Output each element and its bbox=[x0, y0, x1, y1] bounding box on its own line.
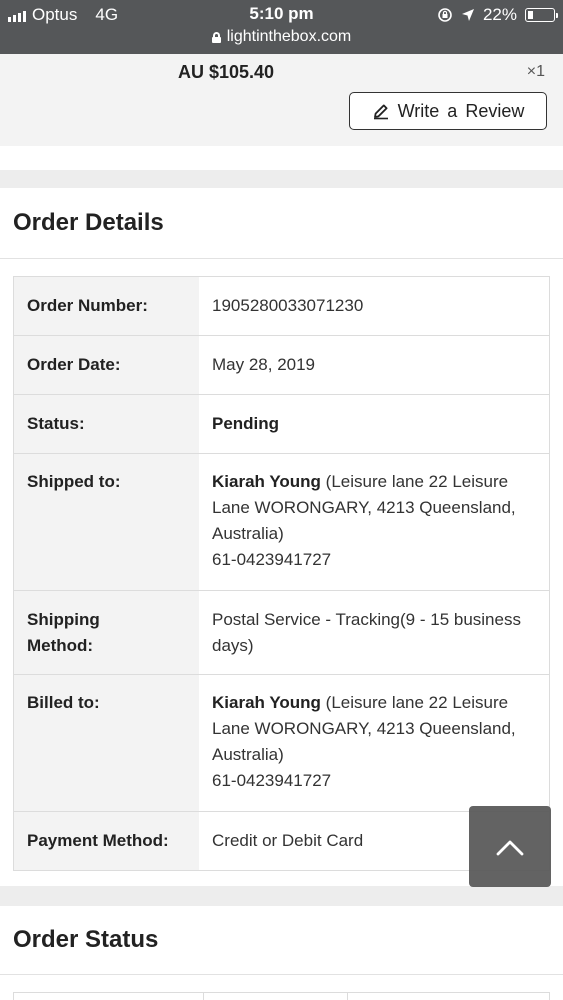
shipped-to-name: Kiarah Young bbox=[212, 472, 321, 491]
status-bar-right: 22% bbox=[437, 5, 558, 25]
chevron-up-icon bbox=[496, 840, 524, 855]
order-details-title: Order Details bbox=[13, 209, 164, 236]
table-row: Shipped to: Kiarah Young (Leisure lane 2… bbox=[14, 454, 549, 591]
status-label: Status: bbox=[14, 395, 200, 453]
table-row: Status: Pending bbox=[14, 395, 549, 454]
table-row: Billed to: Kiarah Young (Leisure lane 22… bbox=[14, 675, 549, 812]
battery-percent: 22% bbox=[482, 5, 517, 24]
order-number-value: 1905280033071230 bbox=[200, 277, 549, 335]
spacer-block bbox=[0, 146, 563, 170]
location-arrow-icon bbox=[461, 9, 474, 21]
order-status-section: Order Status bbox=[0, 906, 563, 1000]
shipping-method-value: Postal Service - Tracking(9 - 15 busines… bbox=[200, 591, 549, 674]
url-text: lightinthebox.com bbox=[226, 28, 352, 45]
battery-icon bbox=[525, 8, 558, 22]
shipped-to-value: Kiarah Young (Leisure lane 22 Leisure La… bbox=[200, 454, 549, 590]
section-divider bbox=[0, 974, 563, 975]
status-bar: Optus 4G 5:10 pm lightinthebox.com 22% bbox=[0, 0, 563, 54]
billed-to-value: Kiarah Young (Leisure lane 22 Leisure La… bbox=[200, 675, 549, 811]
table-row: Order Date: May 28, 2019 bbox=[14, 336, 549, 395]
write-review-button[interactable]: Write a Review bbox=[349, 92, 547, 130]
product-quantity: ×1 bbox=[526, 63, 545, 80]
table-column bbox=[204, 993, 348, 1000]
address-bar[interactable]: lightinthebox.com bbox=[0, 28, 563, 46]
product-card: AU $105.40 ×1 Write a Review bbox=[0, 54, 563, 146]
table-row: Order Number: 1905280033071230 bbox=[14, 277, 549, 336]
table-row: Shipping Method: Postal Service - Tracki… bbox=[14, 591, 549, 675]
payment-method-label: Payment Method: bbox=[14, 812, 200, 870]
order-status-title: Order Status bbox=[13, 926, 159, 953]
order-date-value: May 28, 2019 bbox=[200, 336, 549, 394]
status-value: Pending bbox=[200, 395, 549, 453]
order-details-table: Order Number: 1905280033071230 Order Dat… bbox=[13, 276, 550, 871]
write-review-label: Write a Review bbox=[397, 100, 525, 121]
shipped-to-label: Shipped to: bbox=[14, 454, 200, 590]
rotation-lock-icon bbox=[438, 8, 452, 22]
product-price: AU $105.40 bbox=[178, 62, 275, 82]
billed-to-label: Billed to: bbox=[14, 675, 200, 811]
order-status-table bbox=[13, 992, 550, 1000]
shipping-method-label: Shipping Method: bbox=[14, 591, 200, 674]
lock-icon bbox=[211, 31, 221, 43]
order-number-label: Order Number: bbox=[14, 277, 200, 335]
order-date-label: Order Date: bbox=[14, 336, 200, 394]
back-to-top-button[interactable] bbox=[469, 806, 551, 887]
billed-to-phone: 61-0423941727 bbox=[212, 771, 332, 790]
section-divider bbox=[0, 258, 563, 259]
table-column bbox=[14, 993, 204, 1000]
pencil-icon bbox=[373, 104, 388, 120]
shipped-to-phone: 61-0423941727 bbox=[212, 550, 332, 569]
billed-to-name: Kiarah Young bbox=[212, 693, 321, 712]
